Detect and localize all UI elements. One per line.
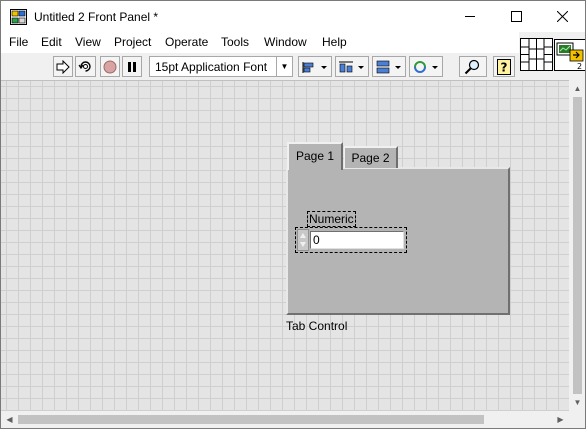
text-settings-dropdown[interactable]: 15pt Application Font ▼ bbox=[149, 56, 293, 77]
distribute-objects-icon bbox=[339, 61, 364, 72]
search-button[interactable] bbox=[459, 56, 487, 77]
menu-help[interactable]: Help bbox=[322, 35, 347, 49]
run-arrow-icon bbox=[56, 59, 70, 74]
numeric-label: Numeric bbox=[307, 211, 356, 227]
minimize-button[interactable] bbox=[447, 1, 493, 32]
labview-app-icon bbox=[10, 9, 27, 25]
menu-view[interactable]: View bbox=[75, 35, 101, 49]
dropdown-arrow-icon: ▼ bbox=[276, 57, 292, 76]
close-button[interactable] bbox=[539, 1, 585, 32]
maximize-button[interactable] bbox=[493, 1, 539, 32]
resize-objects-button[interactable] bbox=[372, 56, 406, 77]
spinner-arrows-icon bbox=[300, 233, 306, 247]
run-continuously-button[interactable] bbox=[75, 56, 96, 77]
search-icon bbox=[464, 59, 480, 74]
close-icon bbox=[556, 11, 568, 22]
vi-monitor-icon: 2 bbox=[556, 42, 584, 71]
svg-text:?: ? bbox=[501, 60, 508, 74]
stop-icon bbox=[103, 60, 117, 73]
pause-button[interactable] bbox=[122, 56, 142, 77]
font-setting-label: 15pt Application Font bbox=[155, 60, 268, 74]
maximize-icon bbox=[510, 11, 522, 22]
vertical-scroll-thumb[interactable] bbox=[573, 97, 582, 394]
reorder-button[interactable] bbox=[409, 56, 443, 77]
menu-window[interactable]: Window bbox=[264, 35, 307, 49]
horizontal-scroll-thumb[interactable] bbox=[18, 415, 484, 424]
scroll-down-icon[interactable]: ▼ bbox=[569, 394, 585, 411]
resize-objects-icon bbox=[376, 60, 401, 73]
front-panel-window: Untitled 2 Front Panel * File Edit View … bbox=[0, 0, 586, 429]
menu-tools[interactable]: Tools bbox=[221, 35, 249, 49]
vertical-scrollbar[interactable]: ▲ ▼ bbox=[569, 80, 585, 411]
toolbar: 15pt Application Font ▼ ? bbox=[1, 53, 519, 80]
front-panel-canvas[interactable]: Page 1 Page 2 Tab Control Numeric 0 bbox=[1, 80, 569, 411]
tab-page-1[interactable]: Page 1 bbox=[287, 142, 343, 170]
abort-button[interactable] bbox=[100, 56, 120, 77]
distribute-objects-button[interactable] bbox=[335, 56, 369, 77]
vi-icon[interactable]: 2 bbox=[554, 39, 585, 71]
tab-page-2[interactable]: Page 2 bbox=[344, 146, 398, 168]
menu-operate[interactable]: Operate bbox=[165, 35, 208, 49]
connector-count: 2 bbox=[577, 62, 582, 70]
scroll-right-icon[interactable]: ▶ bbox=[552, 411, 569, 428]
connector-pane[interactable] bbox=[520, 38, 553, 71]
run-button[interactable] bbox=[53, 56, 73, 77]
menu-bar: File Edit View Project Operate Tools Win… bbox=[1, 32, 519, 53]
menu-edit[interactable]: Edit bbox=[41, 35, 62, 49]
reorder-icon bbox=[414, 60, 438, 73]
window-title: Untitled 2 Front Panel * bbox=[34, 10, 159, 24]
numeric-input[interactable]: 0 bbox=[310, 231, 404, 249]
pause-icon bbox=[128, 61, 136, 72]
numeric-increment-decrement[interactable] bbox=[297, 229, 309, 251]
align-objects-button[interactable] bbox=[298, 56, 332, 77]
title-bar: Untitled 2 Front Panel * bbox=[1, 1, 585, 32]
align-objects-icon bbox=[302, 61, 327, 73]
scroll-up-icon[interactable]: ▲ bbox=[569, 80, 585, 97]
tab-control-label: Tab Control bbox=[286, 319, 348, 333]
horizontal-scrollbar[interactable]: ◀ ▶ bbox=[1, 411, 569, 428]
scroll-left-icon[interactable]: ◀ bbox=[1, 411, 18, 428]
minimize-icon bbox=[464, 16, 475, 17]
connector-pane-grid-icon bbox=[521, 39, 552, 70]
help-question-icon: ? bbox=[497, 58, 511, 75]
scrollbar-corner bbox=[569, 411, 585, 428]
context-help-button[interactable]: ? bbox=[493, 56, 515, 77]
menu-file[interactable]: File bbox=[9, 35, 28, 49]
run-continuously-icon bbox=[78, 61, 91, 72]
menu-project[interactable]: Project bbox=[114, 35, 151, 49]
